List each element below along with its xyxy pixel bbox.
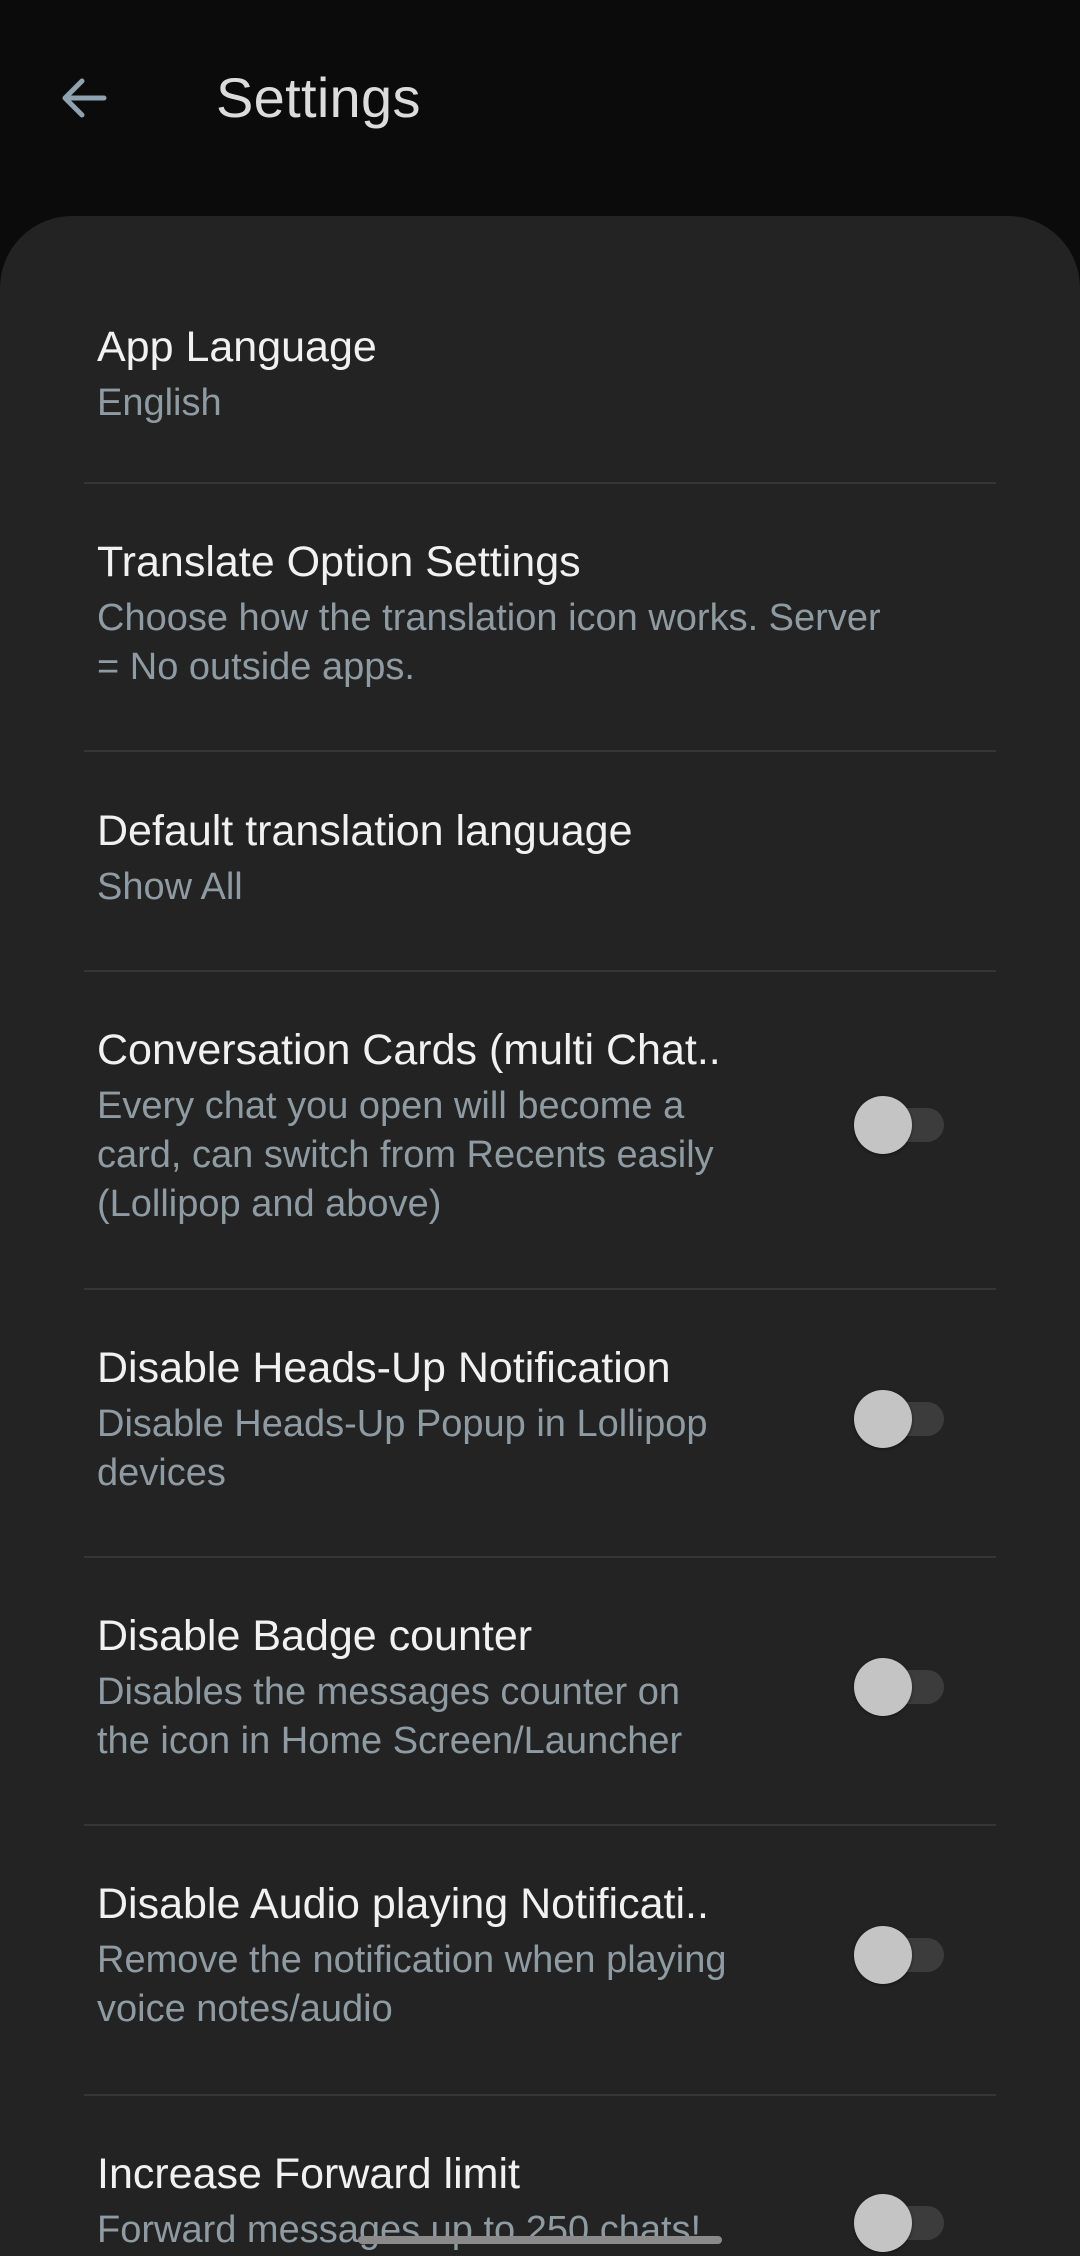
setting-summary-line: the icon in Home Screen/Launcher: [97, 1720, 683, 1762]
disable-heads-up-switch[interactable]: [854, 1388, 950, 1448]
back-button[interactable]: [46, 60, 122, 136]
disable-audio-notification-switch[interactable]: [854, 1924, 950, 1984]
app-bar: Settings: [0, 0, 1080, 216]
setting-summary-line: (Lollipop and above): [97, 1183, 442, 1225]
arrow-left-icon: [62, 78, 107, 118]
setting-summary-line: card, can switch from Recents easily: [97, 1134, 714, 1176]
setting-translate-option[interactable]: Translate Option Settings Choose how the…: [0, 484, 1080, 752]
setting-default-translation-language[interactable]: Default translation language Show All: [0, 752, 1080, 972]
setting-title: Translate Option Settings: [97, 538, 581, 586]
setting-disable-badge-counter[interactable]: Disable Badge counter Disables the messa…: [0, 1558, 1080, 1826]
setting-disable-audio-notification[interactable]: Disable Audio playing Notificati.. Remov…: [0, 1826, 1080, 2096]
setting-title: Disable Badge counter: [97, 1612, 533, 1660]
switch-thumb: [854, 1390, 912, 1448]
setting-summary-line: voice notes/audio: [97, 1988, 393, 2030]
setting-conversation-cards[interactable]: Conversation Cards (multi Chat.. Every c…: [0, 972, 1080, 1290]
conversation-cards-switch[interactable]: [854, 1094, 950, 1154]
switch-thumb: [854, 1658, 912, 1716]
setting-summary: Show All: [97, 866, 243, 908]
page-title: Settings: [216, 66, 421, 129]
setting-summary-line: Disable Heads-Up Popup in Lollipop: [97, 1403, 708, 1445]
switch-thumb: [854, 1926, 912, 1984]
switch-thumb: [854, 2194, 912, 2252]
setting-disable-heads-up[interactable]: Disable Heads-Up Notification Disable He…: [0, 1290, 1080, 1558]
setting-title: Disable Audio playing Notificati..: [97, 1880, 709, 1928]
setting-summary-line: Choose how the translation icon works. S…: [97, 597, 881, 639]
setting-title: Default translation language: [97, 807, 633, 855]
setting-title: App Language: [97, 323, 377, 371]
setting-summary: Forward messages up to 250 chats!: [97, 2209, 702, 2251]
setting-summary: English: [97, 382, 222, 424]
setting-summary-line: Remove the notification when playing: [97, 1939, 727, 1981]
disable-badge-counter-switch[interactable]: [854, 1656, 950, 1716]
setting-increase-forward-limit[interactable]: Increase Forward limit Forward messages …: [0, 2096, 1080, 2256]
setting-summary-line: devices: [97, 1452, 226, 1494]
home-indicator[interactable]: [358, 2236, 722, 2244]
setting-title: Increase Forward limit: [97, 2150, 520, 2198]
setting-title: Conversation Cards (multi Chat..: [97, 1026, 721, 1074]
setting-summary-line: = No outside apps.: [97, 646, 415, 688]
setting-title: Disable Heads-Up Notification: [97, 1344, 671, 1392]
settings-list: App Language English Translate Option Se…: [0, 216, 1080, 2256]
switch-thumb: [854, 1096, 912, 1154]
increase-forward-limit-switch[interactable]: [854, 2192, 950, 2252]
setting-summary-line: Disables the messages counter on: [97, 1671, 680, 1713]
setting-summary-line: Every chat you open will become a: [97, 1085, 685, 1127]
setting-app-language[interactable]: App Language English: [0, 216, 1080, 484]
